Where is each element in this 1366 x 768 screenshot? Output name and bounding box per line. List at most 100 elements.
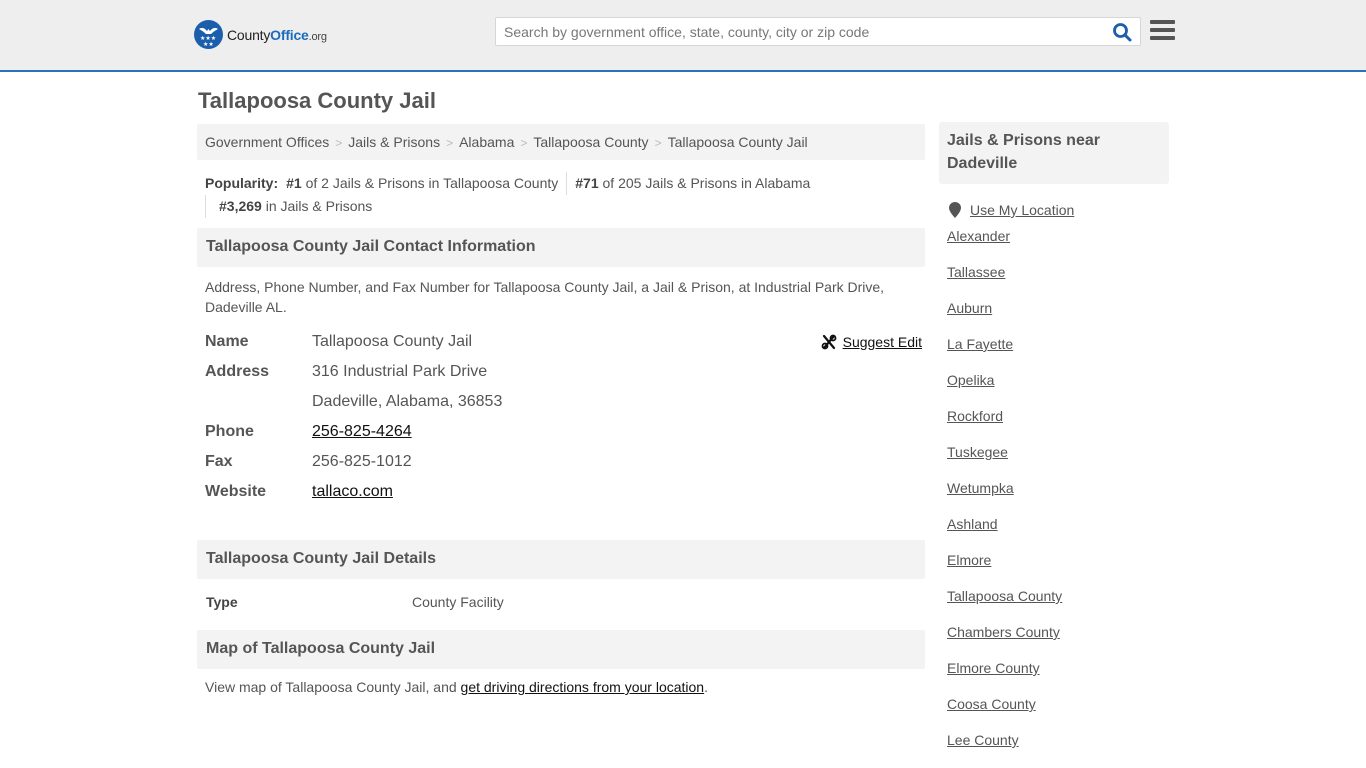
nearby-link[interactable]: Lee County (947, 732, 1019, 748)
popularity-county-rank: #1 of 2 Jails & Prisons in Tallapoosa Co… (286, 172, 566, 195)
nearby-link[interactable]: Rockford (947, 408, 1003, 424)
rank-text: of 205 Jails & Prisons in Alabama (602, 175, 811, 191)
nearby-link[interactable]: Tallassee (947, 264, 1005, 280)
use-my-location[interactable]: Use My Location (939, 202, 1169, 218)
list-item: Tallapoosa County (947, 588, 1169, 624)
list-item: Tuskegee (947, 444, 1169, 480)
nearby-link[interactable]: Opelika (947, 372, 994, 388)
logo-org: .org (308, 30, 327, 43)
nearby-link[interactable]: Ashland (947, 516, 998, 532)
list-item: Ashland (947, 516, 1169, 552)
hamburger-menu-icon[interactable] (1150, 20, 1175, 42)
use-my-location-link[interactable]: Use My Location (970, 202, 1074, 218)
logo-text: CountyOffice.org (227, 27, 327, 43)
details-value: County Facility (412, 594, 504, 610)
details-row-type: Type County Facility (197, 579, 925, 625)
info-label: Address (205, 363, 270, 380)
breadcrumb-tallapoosa-county[interactable]: Tallapoosa County (533, 134, 648, 150)
popularity-label: Popularity: (205, 175, 279, 191)
list-item: Auburn (947, 300, 1169, 336)
list-item: Elmore (947, 552, 1169, 588)
search-box (495, 17, 1141, 46)
rank-value: #1 (286, 175, 302, 191)
nearby-link[interactable]: Elmore (947, 552, 991, 568)
list-item: Opelika (947, 372, 1169, 408)
info-value: 316 Industrial Park Drive (312, 363, 488, 380)
breadcrumb-jails-prisons[interactable]: Jails & Prisons (348, 134, 440, 150)
list-item: Alexander (947, 228, 1169, 264)
list-item: Tallassee (947, 264, 1169, 300)
website-link[interactable]: tallaco.com (312, 483, 393, 500)
logo-office: Office (270, 26, 309, 43)
info-label: Phone (205, 423, 254, 440)
breadcrumb-alabama[interactable]: Alabama (459, 134, 514, 150)
nearby-link[interactable]: Alexander (947, 228, 1010, 244)
nearby-link[interactable]: Coosa County (947, 696, 1036, 712)
info-value: Dadeville, Alabama, 36853 (312, 393, 503, 410)
nearby-link[interactable]: Wetumpka (947, 480, 1014, 496)
info-row-fax: Fax 256-825-1012 (205, 447, 917, 477)
list-item: Elmore County (947, 660, 1169, 696)
eagle-logo-icon: ★★★ ★★ (194, 20, 223, 49)
popularity-state-rank: #71 of 205 Jails & Prisons in Alabama (566, 172, 818, 195)
contact-info-table: Suggest Edit Name Tallapoosa County Jail… (197, 327, 925, 507)
nearby-link[interactable]: Chambers County (947, 624, 1060, 640)
map-heading: Map of Tallapoosa County Jail (197, 630, 925, 669)
rank-text: in Jails & Prisons (265, 198, 373, 214)
rank-value: #71 (575, 175, 599, 191)
map-text-end: . (704, 679, 708, 695)
map-description: View map of Tallapoosa County Jail, and … (197, 669, 925, 705)
info-row-phone: Phone 256-825-4264 (205, 417, 917, 447)
search-button[interactable] (1112, 22, 1134, 42)
phone-link[interactable]: 256-825-4264 (312, 423, 412, 440)
info-row-address-line2: Dadeville, Alabama, 36853 (205, 387, 917, 417)
popularity: Popularity: #1 of 2 Jails & Prisons in Ta… (197, 160, 925, 218)
nearby-link[interactable]: Tuskegee (947, 444, 1008, 460)
driving-directions-link[interactable]: get driving directions from your locatio… (461, 679, 705, 695)
breadcrumb-current[interactable]: Tallapoosa County Jail (668, 134, 808, 150)
info-row-website: Website tallaco.com (205, 477, 917, 507)
contact-description: Address, Phone Number, and Fax Number fo… (205, 279, 885, 315)
search-input[interactable] (496, 18, 1106, 45)
sidebar-heading: Jails & Prisons near Dadeville (939, 122, 1169, 184)
details-label: Type (206, 594, 238, 610)
suggest-edit[interactable]: Suggest Edit (821, 327, 922, 357)
suggest-edit-link[interactable]: Suggest Edit (843, 334, 922, 350)
list-item: Wetumpka (947, 480, 1169, 516)
nearby-list: Alexander Tallassee Auburn La Fayette Op… (939, 228, 1169, 768)
popularity-national-rank: #3,269 in Jails & Prisons (205, 195, 917, 218)
site-logo[interactable]: ★★★ ★★ CountyOffice.org (194, 20, 327, 49)
list-item: Chambers County (947, 624, 1169, 660)
chevron-right-icon: > (446, 136, 454, 150)
svg-text:★★: ★★ (203, 41, 214, 48)
info-label: Fax (205, 453, 233, 470)
map-pin-icon (949, 202, 961, 218)
info-row-name: Name Tallapoosa County Jail (205, 327, 917, 357)
sidebar: Jails & Prisons near Dadeville Use My Lo… (939, 122, 1169, 768)
contact-heading: Tallapoosa County Jail Contact Informati… (197, 228, 925, 267)
logo-county: County (227, 26, 271, 43)
list-item: La Fayette (947, 336, 1169, 372)
nearby-link[interactable]: La Fayette (947, 336, 1013, 352)
breadcrumb: Government Offices > Jails & Prisons > Alaba… (197, 124, 925, 160)
rank-text: of 2 Jails & Prisons in Tallapoosa Count… (305, 175, 559, 191)
main-content: Government Offices > Jails & Prisons > Alaba… (197, 124, 925, 705)
info-row-address: Address 316 Industrial Park Drive (205, 357, 917, 387)
chevron-right-icon: > (654, 136, 662, 150)
info-label: Name (205, 333, 249, 350)
list-item: Lee County (947, 732, 1169, 768)
svg-text:★★★: ★★★ (200, 35, 216, 42)
rank-value: #3,269 (219, 198, 262, 214)
chevron-right-icon: > (520, 136, 528, 150)
nearby-link[interactable]: Auburn (947, 300, 992, 316)
unlink-edit-icon (821, 334, 837, 350)
top-header: ★★★ ★★ CountyOffice.org (0, 0, 1366, 72)
search-icon (1113, 23, 1132, 42)
info-label: Website (205, 483, 267, 500)
chevron-right-icon: > (335, 136, 343, 150)
page-title: Tallapoosa County Jail (198, 88, 436, 113)
nearby-link[interactable]: Elmore County (947, 660, 1040, 676)
nearby-link[interactable]: Tallapoosa County (947, 588, 1062, 604)
map-text: View map of Tallapoosa County Jail, and (205, 679, 461, 695)
breadcrumb-government-offices[interactable]: Government Offices (205, 134, 329, 150)
